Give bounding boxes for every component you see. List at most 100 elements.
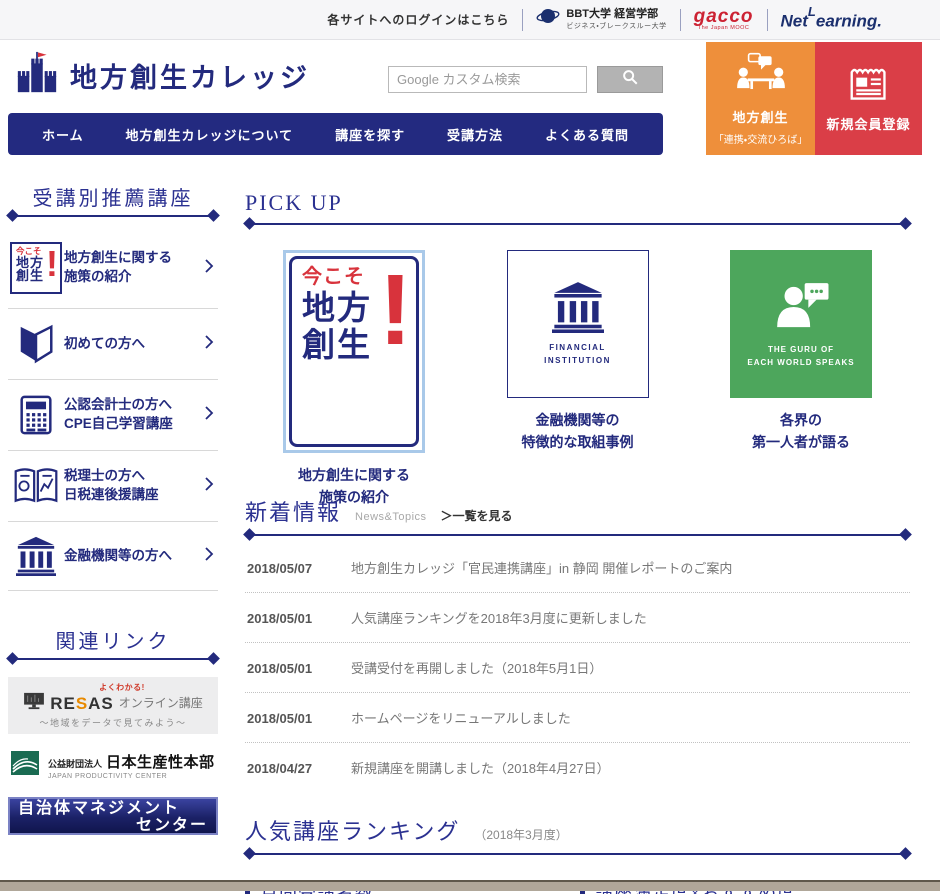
jpc-subtext: JAPAN PRODUCTIVITY CENTER [48, 773, 215, 780]
sidebar-item-label: 地方創生に関する 施策の紹介 [64, 249, 204, 287]
sidebar-item-label: 公認会計士の方へ CPE自己学習講座 [64, 396, 204, 434]
nav-item-faq[interactable]: よくある質問 [545, 125, 629, 144]
jichitai-banner[interactable]: 自治体マネジメント センター [8, 797, 218, 835]
hiroba-label: 地方創生 [732, 107, 788, 126]
resas-subtitle: ～地域をデータで見てみよう～ [39, 718, 186, 728]
register-button[interactable]: 新規会員登録 [815, 42, 922, 155]
jpc-name: 日本生産性本部 [106, 751, 215, 772]
sidebar-heading: 受講別推薦講座 [8, 182, 218, 211]
sidebar-item-tax[interactable]: 税理士の方へ 日税連後援講座 [8, 451, 218, 522]
site-title: 地方創生カレッジ [70, 56, 310, 95]
pickup-card-finance[interactable]: FINANCIAL INSTITUTION 金融機関等の 特徴的な取組事例 [507, 250, 649, 453]
resas-tagline: よくわかる! [99, 683, 145, 692]
diamond-rule [8, 654, 218, 663]
news-item[interactable]: 2018/05/01 ホームページをリニューアルしました [245, 693, 910, 743]
resas-suffix: オンライン講座 [119, 697, 203, 711]
sidebar: 受講別推薦講座 今こそ 地方 創生 ! 地方創生に関する 施策の紹介 [8, 182, 218, 835]
news-section: 新着情報 News&Topics ＞一覧を見る 2018/05/07 地方創生カ… [245, 495, 910, 792]
meeting-icon [734, 51, 788, 102]
ranking-period: （2018年3月度） [474, 826, 567, 843]
search-input[interactable] [388, 66, 587, 93]
news-item[interactable]: 2018/05/01 人気講座ランキングを2018年3月度に更新しました [245, 593, 910, 643]
news-date: 2018/05/07 [247, 561, 351, 576]
imakoso-badge-icon: 今こそ 地方 創生 ! [8, 242, 64, 294]
sidebar-item-label: 初めての方へ [64, 335, 204, 354]
nav-item-home[interactable]: ホーム [42, 125, 84, 144]
bbt-globe-icon [536, 5, 560, 34]
imakoso-card-image: 今こそ 地方 創生 ! [283, 250, 425, 453]
calculator-icon [8, 394, 64, 436]
castle-icon [14, 50, 60, 101]
hiroba-sublabel: 「連携・交流ひろば」 [714, 131, 807, 146]
bbt-university-logo[interactable]: BBT大学 経営学部 ビジネス・ブレークスルー大学 [536, 5, 666, 34]
news-date: 2018/04/27 [247, 761, 351, 776]
related-links-heading: 関連リンク [8, 625, 218, 654]
diamond-rule [8, 211, 218, 220]
login-link[interactable]: 各サイトへのログインはこちら [327, 11, 509, 28]
register-label: 新規会員登録 [826, 114, 910, 133]
news-text: 人気講座ランキングを2018年3月度に更新しました [351, 608, 647, 627]
sidebar-item-finance[interactable]: 金融機関等の方へ [8, 522, 218, 591]
window-frame-bottom [0, 880, 940, 891]
jpc-prefix: 公益財団法人 [48, 757, 102, 770]
jpc-logo-icon [10, 748, 40, 783]
diamond-rule [245, 849, 910, 858]
nav-item-howto[interactable]: 受講方法 [447, 125, 503, 144]
bbt-logo-text: BBT大学 経営学部 [566, 8, 666, 21]
news-date: 2018/05/01 [247, 611, 351, 626]
pickup-section: PICK UP 今こそ 地方 創生 ! 地方創生に関する 施策の紹介 [245, 190, 910, 453]
chevron-right-icon [204, 258, 214, 279]
news-list: 2018/05/07 地方創生カレッジ「官民連携講座」in 静岡 開催レポートの… [245, 543, 910, 792]
top-utility-bar: 各サイトへのログインはこちら BBT大学 経営学部 ビジネス・ブレークスルー大学… [0, 0, 940, 40]
pickup-cards: 今こそ 地方 創生 ! 地方創生に関する 施策の紹介 [245, 250, 910, 453]
beginner-mark-icon [8, 323, 64, 365]
nav-item-courses[interactable]: 講座を探す [335, 125, 405, 144]
news-item[interactable]: 2018/05/01 受講受付を再開しました（2018年5月1日） [245, 643, 910, 693]
resas-logo-text: RESAS [50, 694, 114, 714]
search-icon [621, 68, 639, 91]
sidebar-item-policy[interactable]: 今こそ 地方 創生 ! 地方創生に関する 施策の紹介 [8, 228, 218, 309]
ranking-heading: 人気講座ランキング [245, 814, 460, 846]
sidebar-item-cpa[interactable]: 公認会計士の方へ CPE自己学習講座 [8, 380, 218, 451]
tax-book-icon [8, 465, 64, 507]
gacco-logo[interactable]: gacco The Japan MOOC [694, 7, 754, 32]
news-item[interactable]: 2018/05/07 地方創生カレッジ「官民連携講座」in 静岡 開催レポートの… [245, 543, 910, 593]
financial-card-text: FINANCIAL INSTITUTION [544, 342, 611, 368]
card-caption: 金融機関等の 特徴的な取組事例 [507, 410, 649, 453]
jichitai-line1: 自治体マネジメント [18, 800, 180, 817]
bank-icon [8, 536, 64, 576]
diamond-rule [245, 530, 910, 539]
hiroba-button[interactable]: 地方創生 「連携・交流ひろば」 [706, 42, 815, 155]
netlearning-logo[interactable]: NetLearning. [781, 8, 882, 32]
site-logo[interactable]: 地方創生カレッジ [14, 50, 310, 101]
divider [522, 9, 523, 31]
sidebar-item-label: 税理士の方へ 日税連後援講座 [64, 467, 204, 505]
jpc-banner[interactable]: 公益財団法人 日本生産性本部 JAPAN PRODUCTIVITY CENTER [8, 748, 218, 783]
news-date: 2018/05/01 [247, 711, 351, 726]
news-text: ホームページをリニューアルしました [351, 708, 571, 727]
sidebar-item-beginner[interactable]: 初めての方へ [8, 309, 218, 380]
jichitai-line2: センター [18, 818, 208, 835]
search-button[interactable] [597, 66, 663, 93]
news-more-link[interactable]: ＞一覧を見る [441, 507, 513, 524]
bbt-logo-subtext: ビジネス・ブレークスルー大学 [566, 21, 666, 31]
bank-icon [549, 281, 607, 338]
global-nav: ホーム 地方創生カレッジについて 講座を探す 受講方法 よくある質問 [8, 113, 663, 155]
chevron-right-icon [204, 334, 214, 355]
divider [767, 9, 768, 31]
nav-item-about[interactable]: 地方創生カレッジについて [126, 125, 294, 144]
news-text: 地方創生カレッジ「官民連携講座」in 静岡 開催レポートのご案内 [351, 558, 732, 577]
chevron-right-icon [204, 405, 214, 426]
pickup-card-policy[interactable]: 今こそ 地方 創生 ! 地方創生に関する 施策の紹介 [283, 250, 425, 453]
guru-card-image: THE GURU OF EACH WORLD SPEAKS [730, 250, 872, 398]
monitor-icon [23, 692, 45, 715]
news-item[interactable]: 2018/04/27 新規講座を開講しました（2018年4月27日） [245, 743, 910, 792]
sidebar-menu: 今こそ 地方 創生 ! 地方創生に関する 施策の紹介 初めての方へ [8, 228, 218, 591]
pickup-card-guru[interactable]: THE GURU OF EACH WORLD SPEAKS 各界の 第一人者が語… [730, 250, 872, 453]
gacco-logo-subtext: The Japan MOOC [694, 26, 754, 32]
speaker-icon [768, 279, 834, 340]
news-text: 新規講座を開講しました（2018年4月27日） [351, 758, 610, 777]
diamond-rule [245, 219, 910, 228]
resas-banner[interactable]: よくわかる! RESAS オンライン講座 ～地域をデータで見てみよう～ [8, 677, 218, 734]
divider [680, 9, 681, 31]
